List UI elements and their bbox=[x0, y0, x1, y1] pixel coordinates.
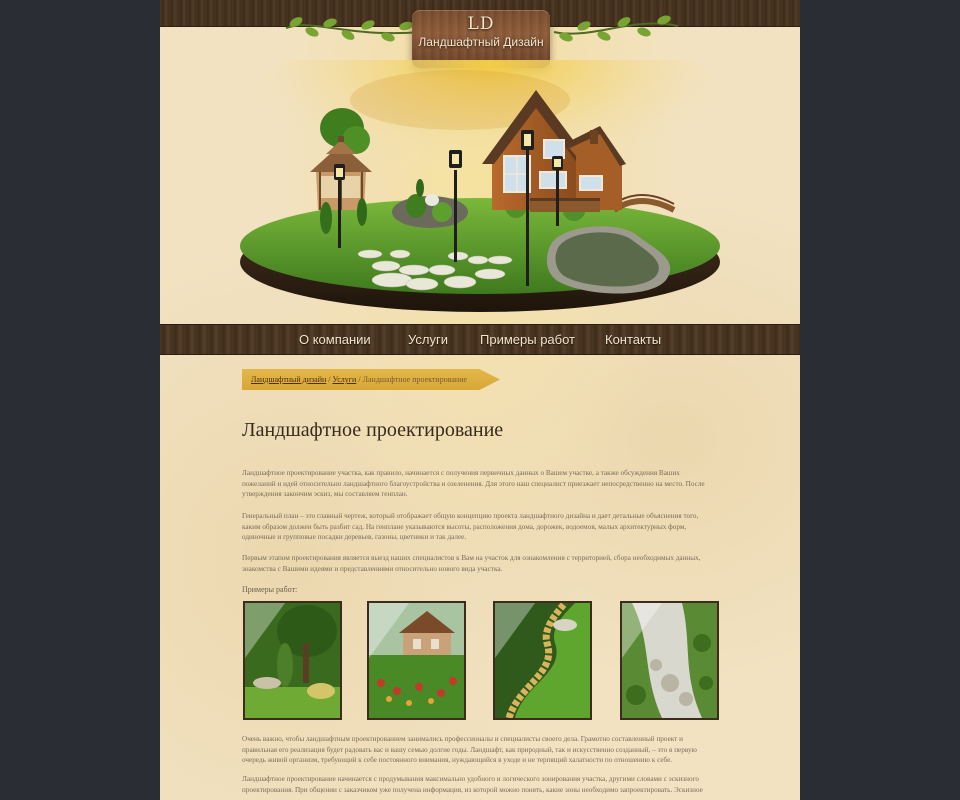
content-paragraph: Первым этапом проектирования является вы… bbox=[242, 554, 701, 573]
content-paragraph: Очень важно, чтобы ландшафтным проектиро… bbox=[242, 735, 697, 764]
example-work-image bbox=[622, 603, 717, 718]
breadcrumb-separator: / bbox=[328, 375, 331, 384]
breadcrumb-link-services[interactable]: Услуги bbox=[333, 375, 357, 384]
example-work-thumbnail[interactable] bbox=[620, 601, 719, 720]
content-paragraph: Генеральный план – это главный чертеж, к… bbox=[242, 512, 699, 541]
example-work-thumbnail[interactable] bbox=[493, 601, 592, 720]
page: LD Ландшафтный Дизайн О компании Услуги … bbox=[160, 0, 800, 800]
nav-item-works[interactable]: Примеры работ bbox=[480, 332, 575, 347]
nav-item-contacts[interactable]: Контакты bbox=[605, 332, 661, 347]
breadcrumb-link-home[interactable]: Ландшафтный дизайн bbox=[251, 375, 326, 384]
breadcrumb: Ландшафтный дизайн / Услуги / Ландшафтно… bbox=[242, 369, 500, 390]
page-title: Ландшафтное проектирование bbox=[242, 419, 504, 441]
content-paragraph: Ландшафтное проектирование начинается с … bbox=[242, 775, 703, 794]
main-navigation: О компании Услуги Примеры работ Контакты bbox=[160, 324, 800, 355]
example-work-image bbox=[369, 603, 464, 718]
example-work-thumbnail[interactable] bbox=[243, 601, 342, 720]
content-paragraph: Ландшафтное проектирование участка, как … bbox=[242, 469, 705, 498]
hero-illustration bbox=[230, 60, 750, 312]
example-work-thumbnail[interactable] bbox=[367, 601, 466, 720]
example-work-image bbox=[245, 603, 340, 718]
vine-left-decoration bbox=[285, 17, 423, 42]
nav-item-about[interactable]: О компании bbox=[299, 332, 371, 347]
logo-mark: LD bbox=[467, 14, 495, 34]
vine-right-decoration bbox=[553, 15, 679, 42]
examples-label: Примеры работ: bbox=[242, 585, 298, 594]
breadcrumb-current: Ландшафтное проектирование bbox=[362, 375, 468, 384]
example-work-image bbox=[495, 603, 590, 718]
logo-text: Ландшафтный Дизайн bbox=[418, 35, 544, 49]
nav-item-services[interactable]: Услуги bbox=[408, 332, 448, 347]
breadcrumb-separator: / bbox=[358, 375, 361, 384]
